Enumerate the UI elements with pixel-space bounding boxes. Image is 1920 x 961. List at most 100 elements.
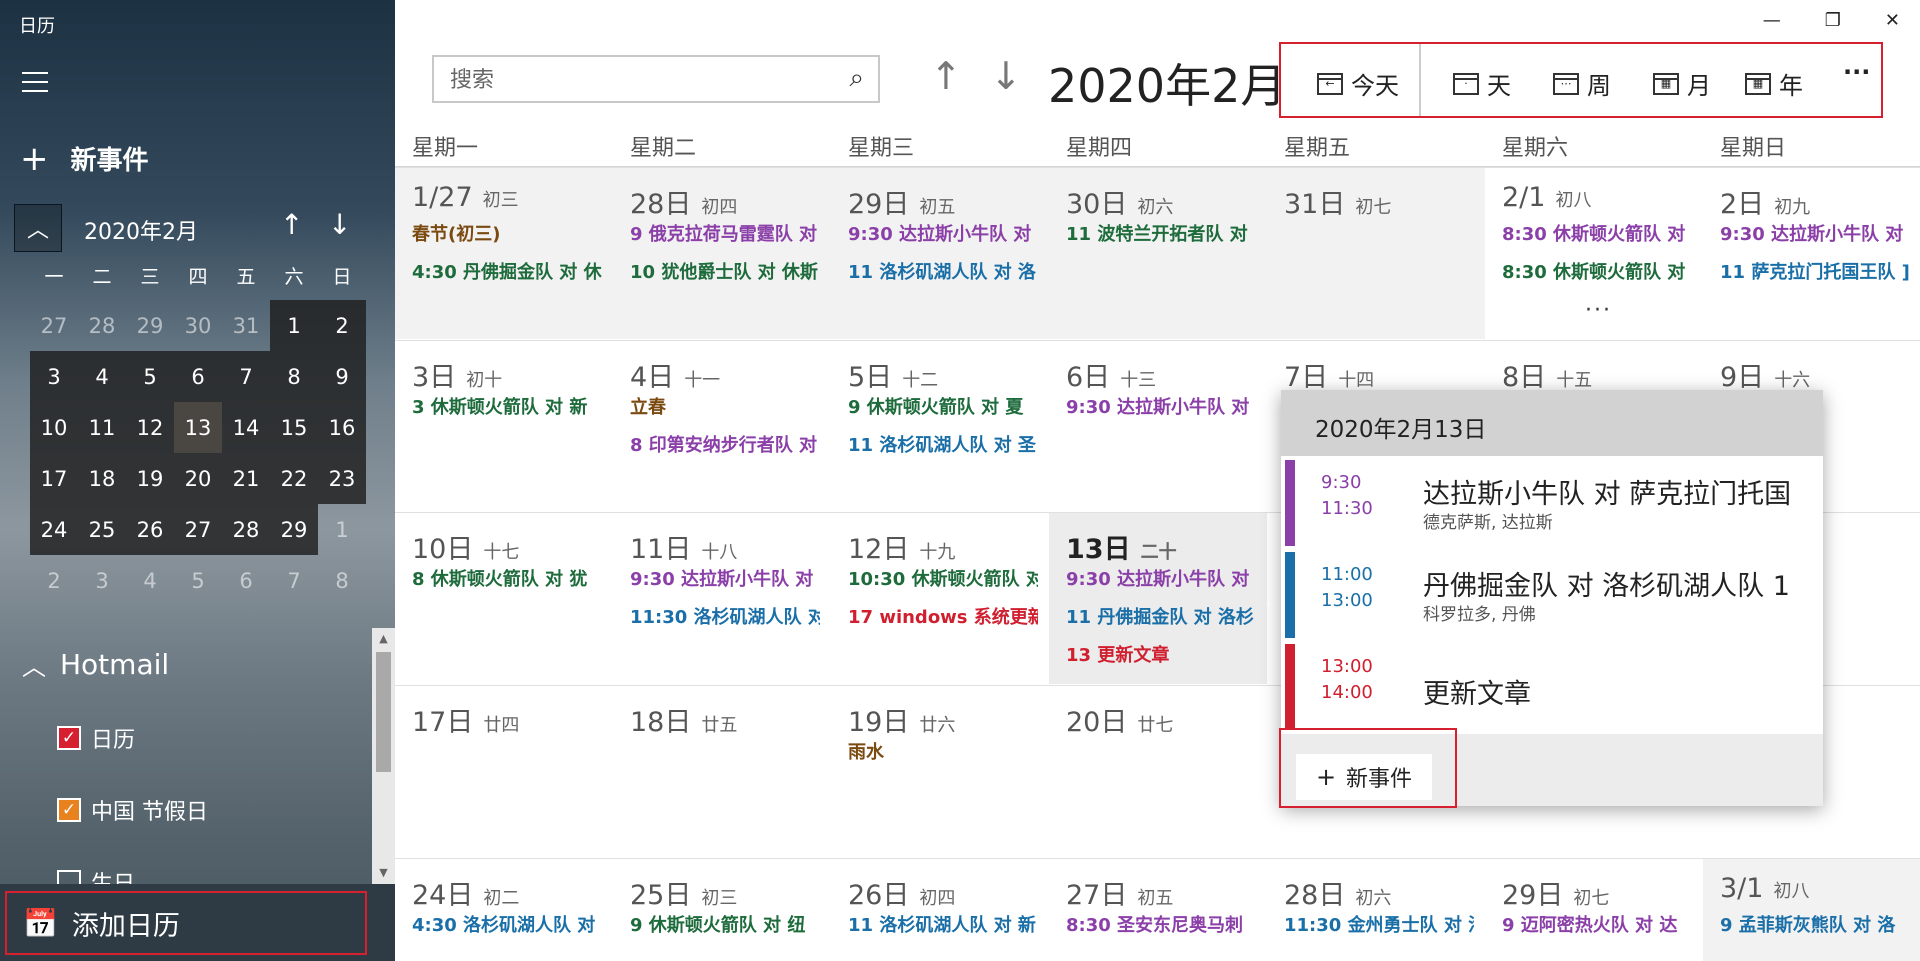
event-chip[interactable]: 9:30 达拉斯小牛队 对 [848,220,1038,246]
mini-day[interactable]: 1 [318,504,366,555]
mini-day[interactable]: 28 [78,300,126,351]
mini-day[interactable]: 14 [222,402,270,453]
calendar-toggle-calendar[interactable]: ✓ 日历 [57,722,135,754]
mini-day[interactable]: 16 [318,402,366,453]
mini-day[interactable]: 5 [174,555,222,606]
day-cell[interactable]: 29日 初七 9 迈阿密热火队 对 达 [1485,858,1703,961]
mini-day[interactable]: 7 [270,555,318,606]
event-chip[interactable]: 4:30 洛杉矶湖人队 对 [412,911,602,937]
mini-day[interactable]: 2 [30,555,78,606]
event-chip[interactable]: 立春 [630,393,820,419]
day-cell[interactable]: 25日 初三 9 休斯顿火箭队 对 纽 [613,858,831,961]
event-chip[interactable]: 春节(初三) [412,220,602,246]
event-chip[interactable]: 9:30 达拉斯小牛队 对 [630,565,820,591]
search-input[interactable] [448,65,812,95]
mini-day[interactable]: 24 [30,504,78,555]
mini-day[interactable]: 30 [174,300,222,351]
event-chip[interactable]: 11 洛杉矶湖人队 对 洛 [848,258,1038,284]
event-chip[interactable]: 11 洛杉矶湖人队 对 新 [848,911,1038,937]
mini-day[interactable]: 11 [78,402,126,453]
today-button[interactable]: ← 今天 [1317,66,1399,101]
year-view-button[interactable]: ▦ 年 [1745,66,1803,101]
mini-day[interactable]: 3 [30,351,78,402]
event-chip[interactable]: 11 洛杉矶湖人队 对 圣 [848,431,1038,457]
day-cell[interactable]: 11日 十八 9:30 达拉斯小牛队 对 11:30 洛杉矶湖人队 对 [613,512,831,684]
mini-day[interactable]: 20 [174,453,222,504]
event-chip[interactable]: 8 印第安纳步行者队 对 [630,431,820,457]
mini-next-arrow-down-icon[interactable]: ↓ [328,208,351,241]
event-chip[interactable]: 9:30 达拉斯小牛队 对 [1066,393,1256,419]
add-calendar-button[interactable]: 📅 添加日历 [5,891,367,955]
close-icon[interactable]: ✕ [1885,10,1900,31]
event-chip[interactable]: 8:30 圣安东尼奥马刺 [1066,911,1256,937]
calendar-toggle-holidays[interactable]: ✓ 中国 节假日 [57,794,208,826]
day-cell[interactable]: 27日 初五 8:30 圣安东尼奥马刺 [1049,858,1267,961]
month-view-button[interactable]: ▦ 月 [1653,66,1711,101]
mini-day[interactable]: 1 [270,300,318,351]
scroll-thumb[interactable] [376,652,391,772]
day-cell[interactable]: 5日 十二 9 休斯顿火箭队 对 夏 11 洛杉矶湖人队 对 圣 [831,340,1049,512]
scroll-down-icon[interactable]: ▼ [372,862,395,884]
event-chip[interactable]: 10 犹他爵士队 对 休斯 [630,258,820,284]
day-cell[interactable]: 24日 初二 4:30 洛杉矶湖人队 对 [395,858,613,961]
day-cell[interactable]: 3/1 初八 9 孟菲斯灰熊队 对 洛 [1703,858,1920,961]
mini-day[interactable]: 25 [78,504,126,555]
mini-day[interactable]: 5 [126,351,174,402]
mini-day[interactable]: 23 [318,453,366,504]
mini-day[interactable]: 10 [30,402,78,453]
mini-day[interactable]: 27 [174,504,222,555]
day-cell[interactable]: 18日 廿五 [613,685,831,857]
more-events-icon[interactable]: ··· [1585,298,1612,323]
event-chip[interactable]: 9 休斯顿火箭队 对 纽 [630,911,820,937]
checkbox-checked-icon[interactable]: ✓ [57,798,81,822]
next-month-arrow-down-icon[interactable]: ↓ [990,54,1022,98]
day-cell[interactable]: 10日 十七 8 休斯顿火箭队 对 犹 [395,512,613,684]
event-chip[interactable]: 9 孟菲斯灰熊队 对 洛 [1720,911,1910,937]
new-event-button[interactable]: + 新事件 [20,140,149,177]
week-view-button[interactable]: ⋯ 周 [1553,66,1611,101]
event-chip[interactable]: 雨水 [848,738,1038,764]
day-cell[interactable]: 26日 初四 11 洛杉矶湖人队 对 新 [831,858,1049,961]
event-chip[interactable]: 9:30 达拉斯小牛队 对 [1066,565,1256,591]
mini-day[interactable]: 31 [222,300,270,351]
mini-day[interactable]: 15 [270,402,318,453]
search-icon[interactable]: ⌕ [849,63,864,94]
restore-icon[interactable]: ❐ [1825,10,1841,31]
day-cell[interactable]: 28日 初六 11:30 金州勇士队 对 洛 [1267,858,1485,961]
mini-day[interactable]: 12 [126,402,174,453]
mini-day[interactable]: 7 [222,351,270,402]
day-cell[interactable]: 3日 初十 3 休斯顿火箭队 对 新 [395,340,613,512]
checkbox-checked-icon[interactable]: ✓ [57,726,81,750]
event-chip[interactable]: 3 休斯顿火箭队 对 新 [412,393,602,419]
event-chip[interactable]: 8:30 休斯顿火箭队 对 [1502,220,1692,246]
event-chip[interactable]: 11:30 洛杉矶湖人队 对 [630,603,820,629]
mini-day[interactable]: 2 [318,300,366,351]
event-chip[interactable]: 9 休斯顿火箭队 对 夏 [848,393,1038,419]
mini-day[interactable]: 4 [126,555,174,606]
event-chip[interactable]: 9 俄克拉荷马雷霆队 对 [630,220,820,246]
event-chip[interactable]: 11:30 金州勇士队 对 洛 [1284,911,1474,937]
event-chip[interactable]: 4:30 丹佛掘金队 对 休 [412,258,602,284]
day-cell[interactable]: 29日 初五 9:30 达拉斯小牛队 对 11 洛杉矶湖人队 对 洛 [831,167,1049,339]
scroll-up-icon[interactable]: ▲ [372,628,395,650]
mini-day[interactable]: 26 [126,504,174,555]
previous-month-arrow-up-icon[interactable]: ↑ [930,54,962,98]
mini-day[interactable]: 29 [270,504,318,555]
event-chip[interactable]: 11 丹佛掘金队 对 洛杉 [1066,603,1256,629]
day-cell[interactable]: 17日 廿四 [395,685,613,857]
event-chip[interactable]: 9:30 达拉斯小牛队 对 [1720,220,1910,246]
mini-day[interactable]: 6 [174,351,222,402]
popup-event[interactable]: 11:00 13:00 丹佛掘金队 对 洛杉矶湖人队 1 科罗拉多, 丹佛 [1285,552,1823,638]
day-cell[interactable]: 1/27 初三 春节(初三) 4:30 丹佛掘金队 对 休 [395,167,613,339]
popup-event[interactable]: 13:00 14:00 更新文章 [1285,644,1823,730]
mini-day[interactable]: 18 [78,453,126,504]
mini-day[interactable]: 28 [222,504,270,555]
mini-day[interactable]: 3 [78,555,126,606]
day-cell[interactable]: 4日 十一 立春 8 印第安纳步行者队 对 [613,340,831,512]
event-chip[interactable]: 17 windows 系统更新 [848,603,1038,629]
day-cell[interactable]: 20日 廿七 [1049,685,1267,857]
day-cell[interactable]: 6日 十三 9:30 达拉斯小牛队 对 [1049,340,1267,512]
mini-day[interactable]: 9 [318,351,366,402]
event-chip[interactable]: 11 波特兰开拓者队 对 [1066,220,1256,246]
event-chip[interactable]: 8 休斯顿火箭队 对 犹 [412,565,602,591]
